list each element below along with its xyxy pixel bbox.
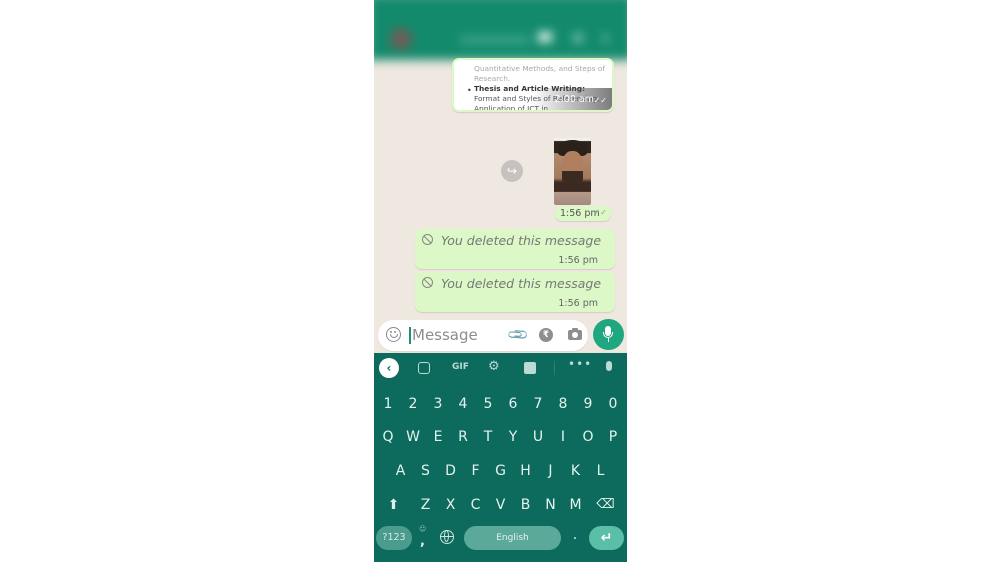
contact-name[interactable] [460,36,530,44]
key-g[interactable]: G [488,457,513,485]
enter-key[interactable]: ↵ [589,526,624,550]
key-1[interactable]: 1 [376,390,401,418]
emoji-icon[interactable] [386,327,401,342]
key-v[interactable]: V [488,491,513,519]
message-deleted[interactable]: You deleted this message 1:56 pm [415,229,615,269]
key-y[interactable]: Y [501,423,526,451]
symbols-key[interactable]: ?123 [376,526,412,550]
key-9[interactable]: 9 [576,390,601,418]
key-4[interactable]: 4 [451,390,476,418]
key-z[interactable]: Z [413,491,438,519]
contact-avatar[interactable] [390,28,412,50]
key-n[interactable]: N [538,491,563,519]
comma-label: , [420,534,425,549]
sticker-icon[interactable] [418,362,430,374]
keyboard: ‹ GIF ⚙ ••• 1234567890 QWERTYUIOP ASDFGH… [374,353,627,562]
bullet-icon: • [467,86,472,95]
key-h[interactable]: H [513,457,538,485]
key-b[interactable]: B [513,491,538,519]
key-e[interactable]: E [426,423,451,451]
camera-icon[interactable] [568,328,582,340]
key-m[interactable]: M [563,491,588,519]
key-l[interactable]: L [588,457,613,485]
attach-icon[interactable]: 📎 [507,323,531,347]
qwerty-row-2: ASDFGHJKL [374,457,627,485]
message-document[interactable]: Quantitative Methods, and Steps of Resea… [452,58,614,112]
key-p[interactable]: P [601,423,626,451]
space-key[interactable]: English [464,526,561,550]
translate-icon[interactable] [524,362,536,374]
key-i[interactable]: I [551,423,576,451]
key-s[interactable]: S [413,457,438,485]
toolbar-divider [554,361,555,375]
voice-call-icon[interactable] [574,34,582,42]
message-time: 1:56 pm [558,298,598,309]
read-ticks-icon: ✓✓ [593,208,607,217]
period-key[interactable]: . [568,527,582,551]
message-time: 2:00 am [554,94,594,105]
settings-gear-icon[interactable]: ⚙ [488,359,500,374]
globe-icon[interactable] [440,530,454,544]
key-j[interactable]: J [538,457,563,485]
collapse-toolbar-button[interactable]: ‹ [379,358,399,378]
number-row: 1234567890 [374,390,627,418]
more-icon[interactable]: ••• [568,357,592,371]
key-f[interactable]: F [463,457,488,485]
photo-timestamp: 1:56 pm ✓✓ [555,206,611,221]
shift-key[interactable]: ⬆ [381,491,406,519]
phone-screen: Quantitative Methods, and Steps of Resea… [374,0,627,562]
key-w[interactable]: W [401,423,426,451]
message-input[interactable] [412,324,507,346]
payment-icon[interactable]: ₹ [539,328,553,342]
key-8[interactable]: 8 [551,390,576,418]
key-o[interactable]: O [576,423,601,451]
key-q[interactable]: Q [376,423,401,451]
keyboard-toolbar: ‹ GIF ⚙ ••• [374,353,627,383]
voice-record-button[interactable] [593,319,624,350]
video-call-icon[interactable] [538,32,552,42]
voice-typing-mic-icon[interactable] [606,361,612,371]
message-deleted[interactable]: You deleted this message 1:56 pm [415,272,615,312]
key-k[interactable]: K [563,457,588,485]
key-0[interactable]: 0 [601,390,626,418]
message-time: 1:56 pm [558,255,598,266]
qwerty-row-3: ⬆ ⌫ ZXCVBNM [374,491,627,519]
deleted-block-icon [422,277,433,288]
more-options-icon[interactable] [604,34,607,43]
key-c[interactable]: C [463,491,488,519]
deleted-message-text: You deleted this message [441,233,602,248]
deleted-block-icon [422,234,433,245]
key-r[interactable]: R [451,423,476,451]
gif-button[interactable]: GIF [452,362,469,372]
deleted-message-text: You deleted this message [441,276,602,291]
photo-beard [562,171,583,185]
key-a[interactable]: A [388,457,413,485]
comma-key[interactable]: ☺ , [416,525,430,551]
emoji-hint-icon: ☺ [419,525,427,533]
chat-header [374,0,627,60]
document-text-faded: Quantitative Methods, and Steps of Resea… [474,64,605,83]
mic-icon-leg [607,338,609,342]
backspace-key[interactable]: ⌫ [593,491,618,519]
key-3[interactable]: 3 [426,390,451,418]
key-d[interactable]: D [438,457,463,485]
message-composer: 📎 ₹ [378,320,588,351]
key-2[interactable]: 2 [401,390,426,418]
key-x[interactable]: X [438,491,463,519]
forward-icon[interactable]: ↪ [501,160,523,182]
key-7[interactable]: 7 [526,390,551,418]
text-cursor [409,327,411,344]
key-t[interactable]: T [476,423,501,451]
message-photo[interactable] [554,138,591,205]
key-5[interactable]: 5 [476,390,501,418]
read-ticks-icon: ✓✓ [593,96,607,105]
key-6[interactable]: 6 [501,390,526,418]
qwerty-row-1: QWERTYUIOP [374,423,627,451]
key-u[interactable]: U [526,423,551,451]
